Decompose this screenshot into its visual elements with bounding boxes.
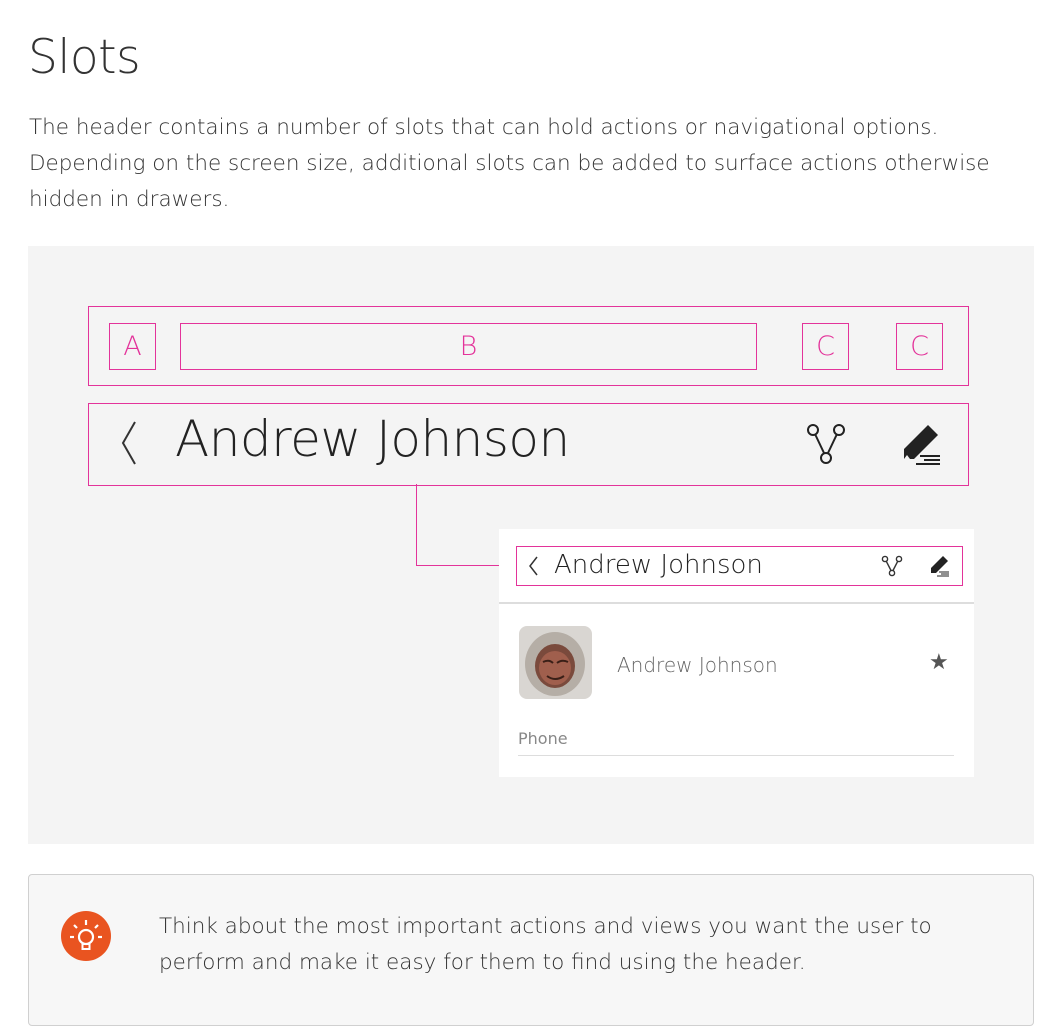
intro-line: hidden in drawers. xyxy=(29,187,230,212)
phone-preview: Andrew Johnson Andrew Johnson ★ Phone xyxy=(499,529,974,777)
edit-icon xyxy=(904,425,940,465)
slot-c-1: C xyxy=(802,323,849,370)
chevron-left-icon xyxy=(121,421,136,465)
contact-name: Andrew Johnson xyxy=(617,653,778,677)
torn-edge xyxy=(499,761,974,777)
tip-line: Think about the most important actions a… xyxy=(159,914,932,939)
header-slots-diagram: A B C C Andrew Johnson Andrew Johnson An… xyxy=(28,246,1034,844)
slot-c-2: C xyxy=(896,323,943,370)
divider xyxy=(518,755,954,756)
phone-field-label: Phone xyxy=(518,729,568,748)
share-icon xyxy=(807,424,845,464)
tip-line: perform and make it easy for them to fin… xyxy=(159,950,806,975)
tip-callout: Think about the most important actions a… xyxy=(28,874,1034,1026)
share-icon xyxy=(881,555,903,577)
slot-b: B xyxy=(180,323,757,370)
header-example-small: Andrew Johnson xyxy=(516,546,963,586)
tip-text: Think about the most important actions a… xyxy=(159,909,959,981)
header-title: Andrew Johnson xyxy=(554,550,763,580)
divider xyxy=(499,602,974,604)
star-icon[interactable]: ★ xyxy=(929,650,949,675)
avatar xyxy=(519,626,592,699)
intro-paragraph: The header contains a number of slots th… xyxy=(29,110,1019,218)
intro-line: The header contains a number of slots th… xyxy=(29,115,939,140)
header-example-large: Andrew Johnson xyxy=(88,403,969,486)
header-title: Andrew Johnson xyxy=(175,410,570,468)
slot-a: A xyxy=(109,323,156,370)
intro-line: Depending on the screen size, additional… xyxy=(29,151,990,176)
chevron-left-icon xyxy=(529,556,538,576)
slots-layout: A B C C xyxy=(88,306,969,386)
edit-icon xyxy=(931,556,949,577)
page-title: Slots xyxy=(28,30,141,85)
lightbulb-icon xyxy=(61,911,111,961)
